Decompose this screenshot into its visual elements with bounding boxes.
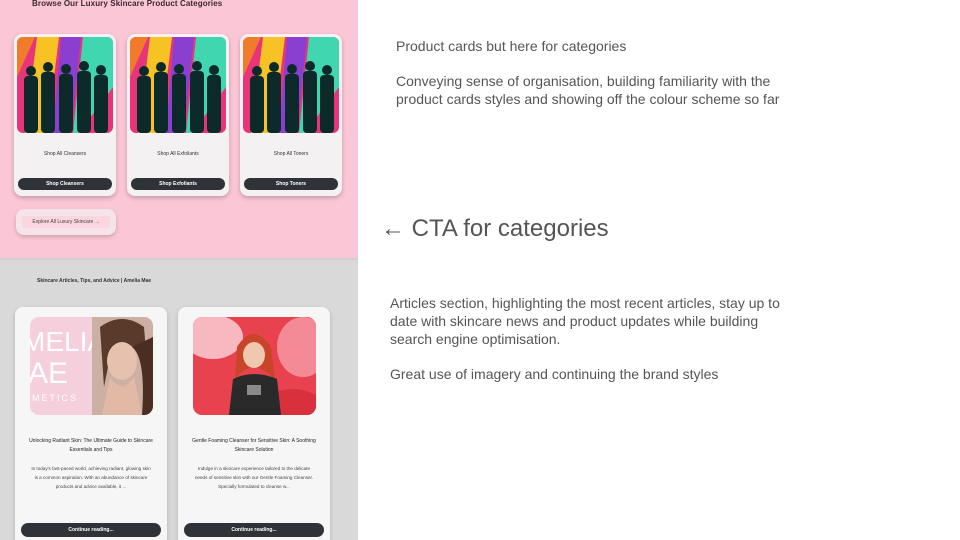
continue-reading-button[interactable]: Continue reading... [21, 523, 161, 537]
article-image: MELIA AE SMETICS [30, 317, 153, 415]
article-image [193, 317, 316, 415]
article-card[interactable]: MELIA AE SMETICS Unlocking Radiant Skin:… [15, 307, 167, 540]
slide: Browse Our Luxury Skincare Product Categ… [0, 0, 960, 540]
explore-all-label: Explore All Luxury Skincare → [22, 216, 110, 228]
article-card[interactable]: Gentle Foaming Cleanser for Sensitive Sk… [178, 307, 330, 540]
category-card-exfoliants[interactable]: Shop All Exfoliants Shop Exfoliants [127, 34, 229, 196]
category-label: Shop All Cleansers [43, 151, 87, 157]
shop-exfoliants-button[interactable]: Shop Exfoliants [131, 178, 225, 190]
cta-annotation: ← CTA for categories [381, 215, 609, 242]
article-heading[interactable]: Gentle Foaming Cleanser for Sensitive Sk… [190, 437, 318, 455]
categories-section: Browse Our Luxury Skincare Product Categ… [0, 0, 358, 258]
article-excerpt: Indulge in a skincare experience tailore… [194, 466, 314, 489]
article-heading[interactable]: Unlocking Radiant Skin: The Ultimate Gui… [27, 437, 155, 455]
category-label: Shop All Exfoliants [157, 151, 199, 157]
explore-all-button[interactable]: Explore All Luxury Skincare → [16, 209, 116, 235]
article-excerpt: In today's fast-paced world, achieving r… [31, 466, 151, 489]
annotation-text: Articles section, highlighting the most … [390, 295, 780, 347]
category-label: Shop All Toners [273, 151, 309, 157]
categories-annotation: Product cards but here for categories Co… [396, 37, 816, 108]
image-text: AE [30, 357, 68, 390]
image-text: SMETICS [30, 393, 78, 403]
annotation-text: Conveying sense of organisation, buildin… [396, 73, 780, 107]
shop-cleansers-button[interactable]: Shop Cleansers [18, 178, 112, 190]
shop-toners-button[interactable]: Shop Toners [244, 178, 338, 190]
annotation-text: Product cards but here for categories [396, 38, 627, 54]
category-card-cleansers[interactable]: Shop All Cleansers Shop Cleansers [14, 34, 116, 196]
category-image [243, 37, 339, 133]
articles-title: Skincare Articles, Tips, and Advice | Am… [37, 278, 152, 284]
continue-reading-button[interactable]: Continue reading... [184, 523, 324, 537]
category-image [130, 37, 226, 133]
categories-title: Browse Our Luxury Skincare Product Categ… [32, 0, 223, 8]
category-image [17, 37, 113, 133]
articles-section: Skincare Articles, Tips, and Advice | Am… [0, 258, 358, 540]
category-card-toners[interactable]: Shop All Toners Shop Toners [240, 34, 342, 196]
articles-annotation: Articles section, highlighting the most … [390, 294, 785, 383]
annotation-text: Great use of imagery and continuing the … [390, 366, 719, 382]
